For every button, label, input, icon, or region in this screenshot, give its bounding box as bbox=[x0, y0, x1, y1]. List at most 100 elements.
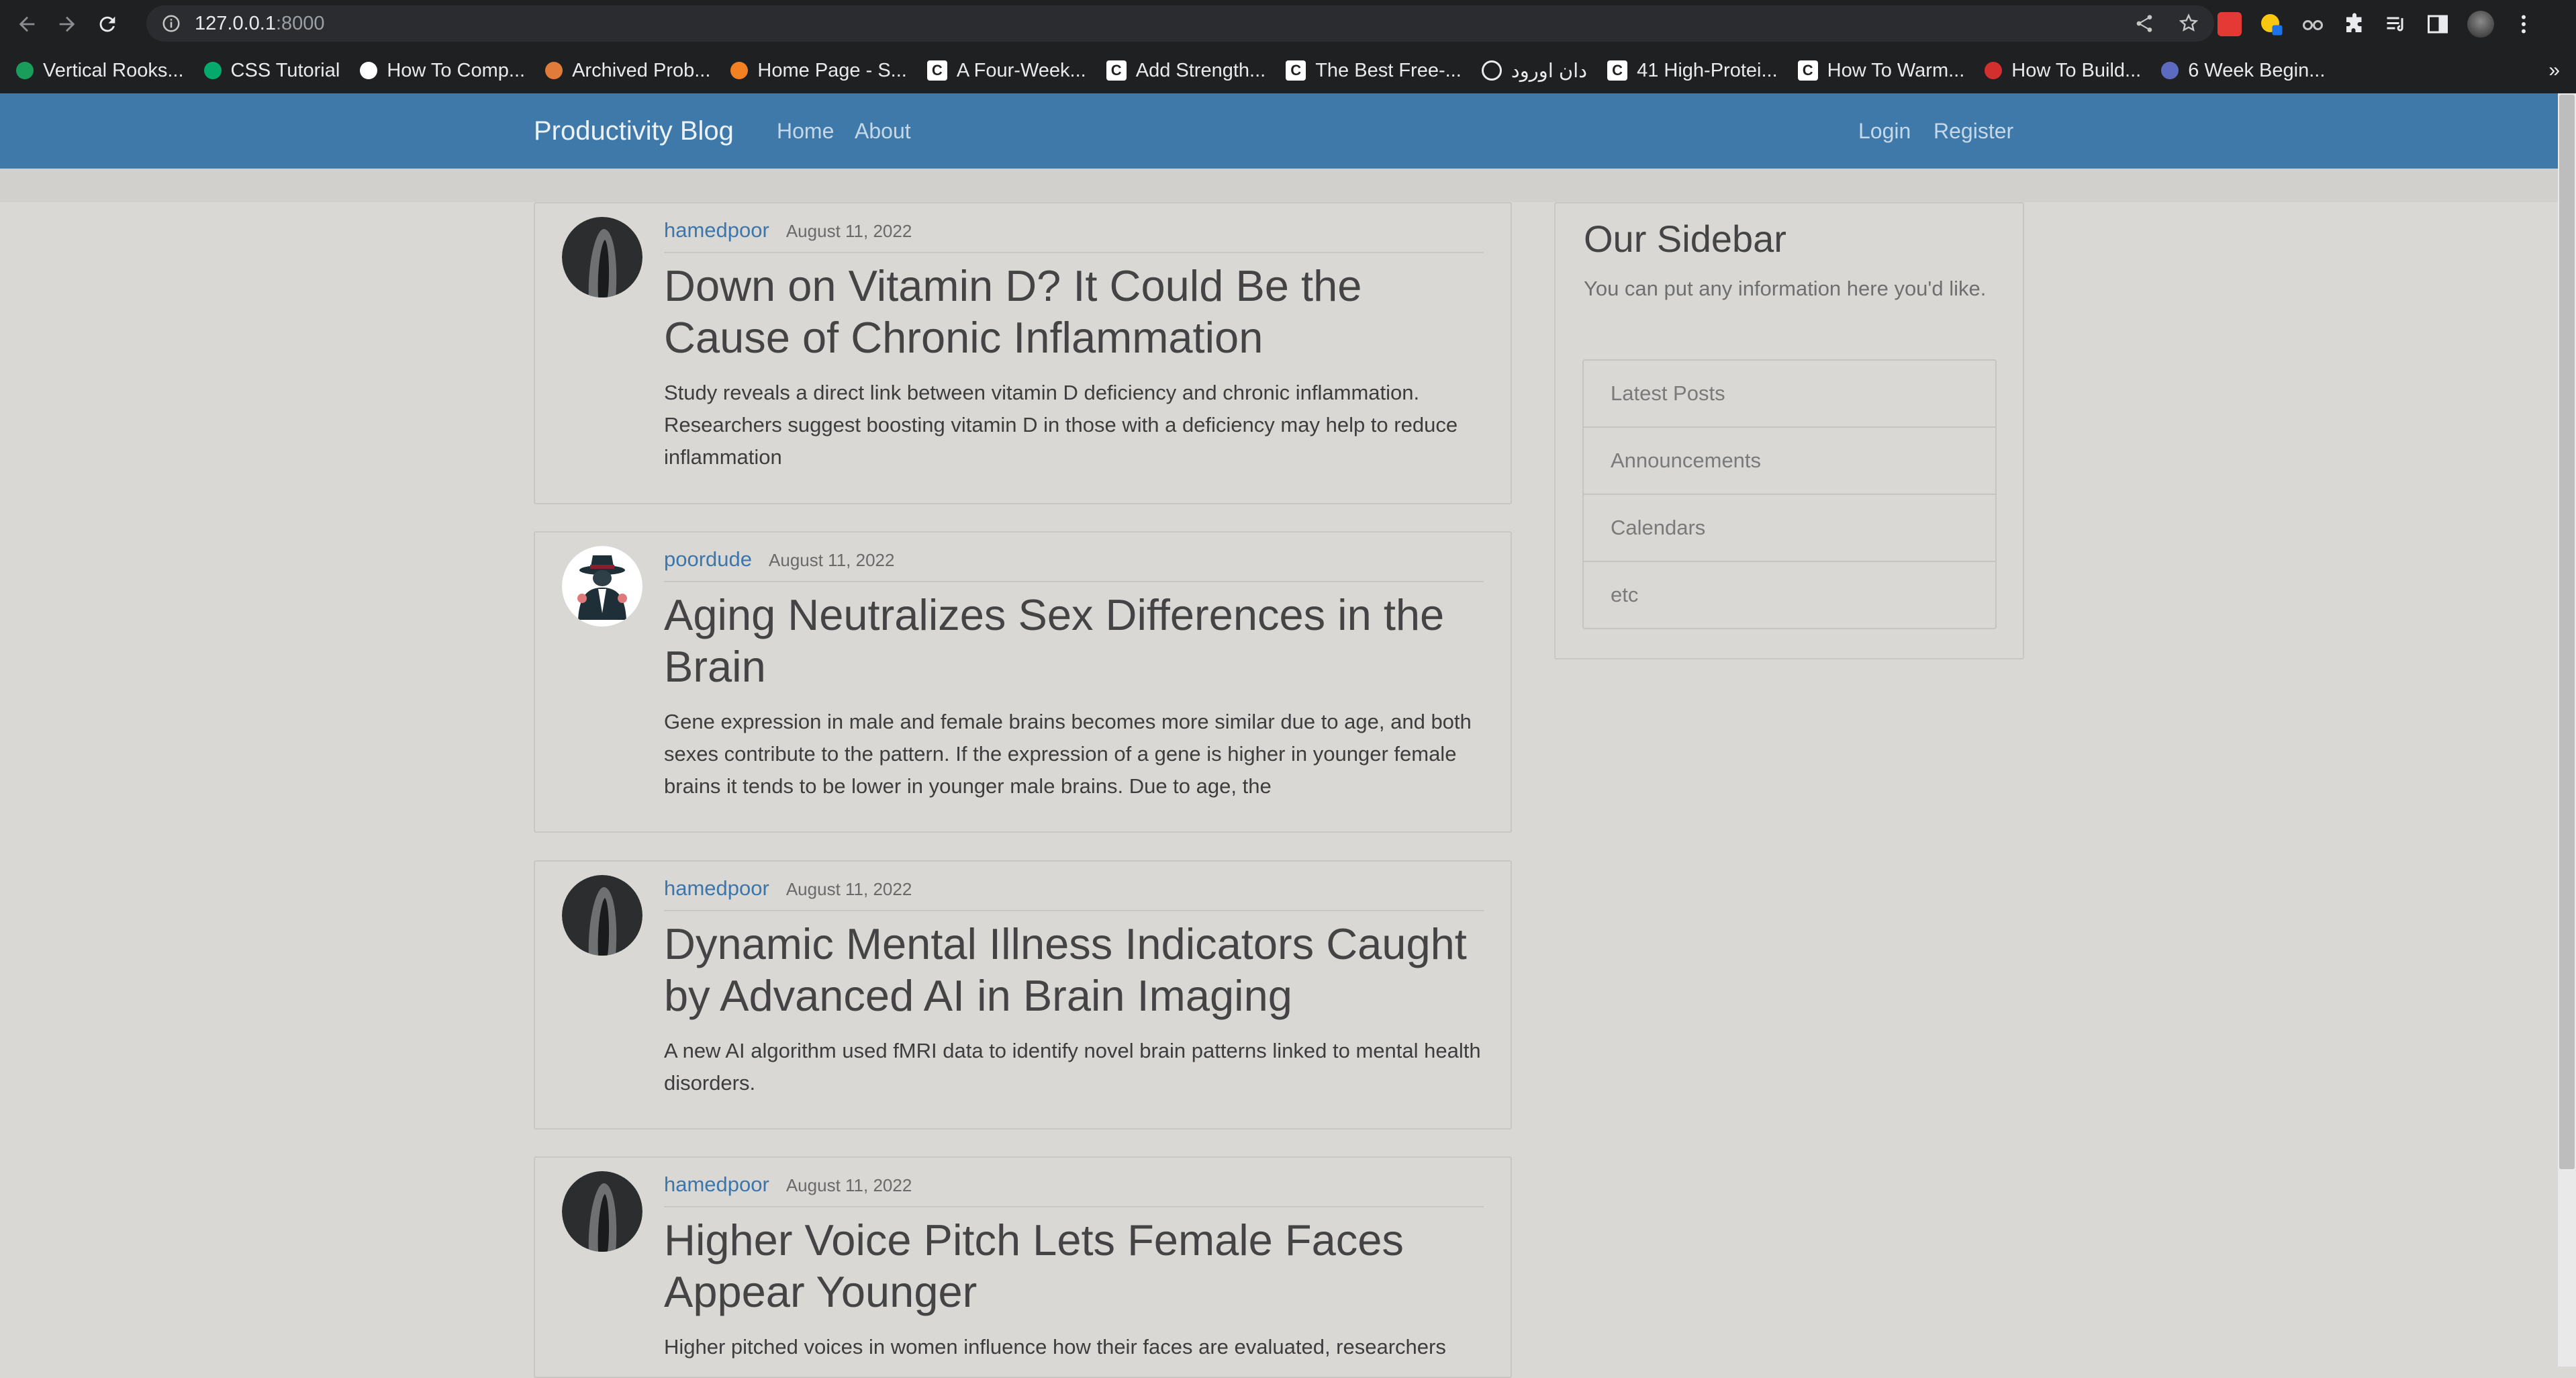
bookmark-item[interactable]: How To Comp... bbox=[360, 60, 525, 82]
chrome-menu-icon[interactable] bbox=[2512, 12, 2536, 36]
sidebar-item-announcements[interactable]: Announcements bbox=[1584, 428, 1995, 495]
post-card: hamedpoor August 11, 2022 Dynamic Mental … bbox=[534, 860, 1512, 1130]
post-date: August 11, 2022 bbox=[785, 879, 912, 899]
site-brand[interactable]: Productivity Blog bbox=[534, 93, 734, 169]
extensions-puzzle-icon[interactable] bbox=[2342, 12, 2367, 36]
nav-home-link[interactable]: Home bbox=[777, 93, 834, 169]
bookmark-label: CSS Tutorial bbox=[230, 59, 340, 81]
w3schools-icon bbox=[203, 62, 222, 79]
post-author-link[interactable]: poordude bbox=[664, 547, 752, 571]
c-icon: C bbox=[1286, 60, 1306, 81]
address-bar[interactable]: 127.0.0.1:8000 bbox=[146, 5, 2214, 42]
side-panel-icon[interactable] bbox=[2426, 12, 2450, 36]
profile-avatar[interactable] bbox=[2467, 10, 2494, 38]
forward-button[interactable] bbox=[47, 4, 87, 44]
c-icon: C bbox=[1106, 60, 1127, 81]
extension-red-icon[interactable] bbox=[2217, 11, 2242, 36]
author-avatar[interactable] bbox=[562, 1171, 642, 1252]
reading-list-icon[interactable] bbox=[2384, 12, 2408, 36]
post-title-link[interactable]: Aging Neutralizes Sex Differences in the… bbox=[664, 589, 1484, 692]
more-bookmarks-button[interactable]: » bbox=[2548, 48, 2560, 93]
post-title-link[interactable]: Dynamic Mental Illness Indicators Caught… bbox=[664, 918, 1484, 1021]
bookmarks-bar: Vertical Rooks... CSS Tutorial How To Comp… bbox=[0, 48, 2576, 93]
reload-button[interactable] bbox=[87, 4, 128, 44]
bookmark-item[interactable]: C Add Strength... bbox=[1106, 60, 1266, 82]
post-author-link[interactable]: hamedpoor bbox=[664, 876, 769, 901]
bookmark-item[interactable]: Vertical Rooks... bbox=[16, 60, 184, 82]
back-arrow-icon bbox=[19, 16, 35, 32]
stackoverflow-icon bbox=[730, 62, 749, 79]
bookmark-star-icon[interactable] bbox=[2178, 13, 2199, 34]
bookmark-label: Add Strength... bbox=[1135, 59, 1266, 81]
post-title-link[interactable]: Higher Voice Pitch Lets Female Faces App… bbox=[664, 1214, 1484, 1318]
site-navbar: Productivity Blog Home About Login Regis… bbox=[0, 93, 2558, 169]
bookmark-label: Archived Prob... bbox=[572, 59, 711, 81]
bookmark-label: Vertical Rooks... bbox=[43, 59, 184, 81]
url-text: 127.0.0.1:8000 bbox=[195, 12, 325, 34]
author-avatar[interactable] bbox=[562, 546, 642, 627]
bookmark-label: How To Warm... bbox=[1827, 59, 1965, 81]
sidebar-item-calendars[interactable]: Calendars bbox=[1584, 495, 1995, 562]
post-excerpt: Study reveals a direct link between vita… bbox=[664, 381, 1458, 469]
post-card: hamedpoor August 11, 2022 Down on Vitamin… bbox=[534, 202, 1512, 504]
post-title-link[interactable]: Down on Vitamin D? It Could Be the Cause… bbox=[664, 260, 1484, 363]
reload-icon bbox=[99, 16, 115, 32]
extension-yellow-badge-icon[interactable] bbox=[2259, 12, 2283, 36]
bookmark-item[interactable]: How To Build... bbox=[1985, 60, 2141, 82]
sidebar-title: Our Sidebar bbox=[1584, 218, 1786, 260]
post-author-link[interactable]: hamedpoor bbox=[664, 218, 769, 242]
bookmark-label: Home Page - S... bbox=[757, 59, 907, 81]
page-header-strip bbox=[0, 169, 2558, 202]
bookmark-item[interactable]: C A Four-Week... bbox=[926, 59, 1086, 82]
post-card: poordude August 11, 2022 Aging Neutralize… bbox=[534, 531, 1512, 833]
bookmark-item[interactable]: CSS Tutorial bbox=[203, 59, 340, 82]
sidebar: Our Sidebar You can put any information … bbox=[1554, 202, 2024, 659]
bookmark-label: How To Build... bbox=[2011, 59, 2142, 81]
nav-register-link[interactable]: Register bbox=[1934, 93, 2013, 169]
bookmark-label: A Four-Week... bbox=[956, 59, 1086, 81]
site-info-icon[interactable] bbox=[161, 13, 181, 34]
page-scrollbar-thumb[interactable] bbox=[2559, 95, 2575, 1169]
post-author-link[interactable]: hamedpoor bbox=[664, 1173, 769, 1197]
bookmark-item[interactable]: Archived Prob... bbox=[545, 60, 710, 82]
sidebar-item-etc[interactable]: etc bbox=[1584, 562, 1995, 628]
bookmark-item[interactable]: C How To Warm... bbox=[1797, 59, 1965, 82]
bookmark-label: 6 Week Begin... bbox=[2188, 59, 2326, 81]
post-excerpt: Gene expression in male and female brain… bbox=[664, 710, 1472, 798]
bookmark-label: How To Comp... bbox=[387, 59, 526, 81]
browser-toolbar: 127.0.0.1:8000 bbox=[0, 0, 2576, 48]
red-logo-icon bbox=[1985, 62, 2003, 79]
medium-icon bbox=[360, 62, 378, 79]
bookmark-label: دان اورود bbox=[1511, 60, 1588, 82]
sidebar-description: You can put any information here you'd l… bbox=[1584, 277, 1987, 300]
c-icon: C bbox=[1797, 60, 1818, 81]
c-icon: C bbox=[1607, 60, 1628, 81]
back-button[interactable] bbox=[7, 4, 47, 44]
extension-glasses-icon[interactable] bbox=[2301, 12, 2325, 36]
nav-about-link[interactable]: About bbox=[855, 93, 911, 169]
projecteuler-icon bbox=[545, 62, 563, 79]
post-date: August 11, 2022 bbox=[769, 550, 895, 570]
author-avatar[interactable] bbox=[562, 217, 642, 297]
author-avatar[interactable] bbox=[562, 875, 642, 956]
sidebar-list: Latest Posts Announcements Calendars etc bbox=[1582, 359, 1997, 629]
bookmark-item[interactable]: دان اورود bbox=[1481, 59, 1588, 83]
bookmark-label: The Best Free-... bbox=[1315, 59, 1462, 81]
post-date: August 11, 2022 bbox=[785, 221, 912, 241]
share-icon[interactable] bbox=[2134, 13, 2155, 34]
bookmark-item[interactable]: Home Page - S... bbox=[730, 59, 907, 82]
nav-login-link[interactable]: Login bbox=[1858, 93, 1911, 169]
bookmark-label: 41 High-Protei... bbox=[1637, 59, 1778, 81]
sidebar-item-latest-posts[interactable]: Latest Posts bbox=[1584, 361, 1995, 428]
bookmark-item[interactable]: C The Best Free-... bbox=[1286, 60, 1462, 82]
post-excerpt: A new AI algorithm used fMRI data to ide… bbox=[664, 1039, 1481, 1095]
forward-arrow-icon bbox=[59, 16, 75, 32]
bookmark-item[interactable]: C 41 High-Protei... bbox=[1607, 60, 1778, 82]
runner-icon bbox=[2161, 62, 2179, 79]
post-card: hamedpoor August 11, 2022 Higher Voice Pi… bbox=[534, 1156, 1512, 1378]
globe-icon bbox=[1481, 60, 1502, 81]
post-date: August 11, 2022 bbox=[785, 1175, 912, 1195]
post-excerpt: Higher pitched voices in women influence… bbox=[664, 1335, 1446, 1359]
bookmark-item[interactable]: 6 Week Begin... bbox=[2161, 60, 2325, 82]
c-icon: C bbox=[926, 60, 947, 81]
